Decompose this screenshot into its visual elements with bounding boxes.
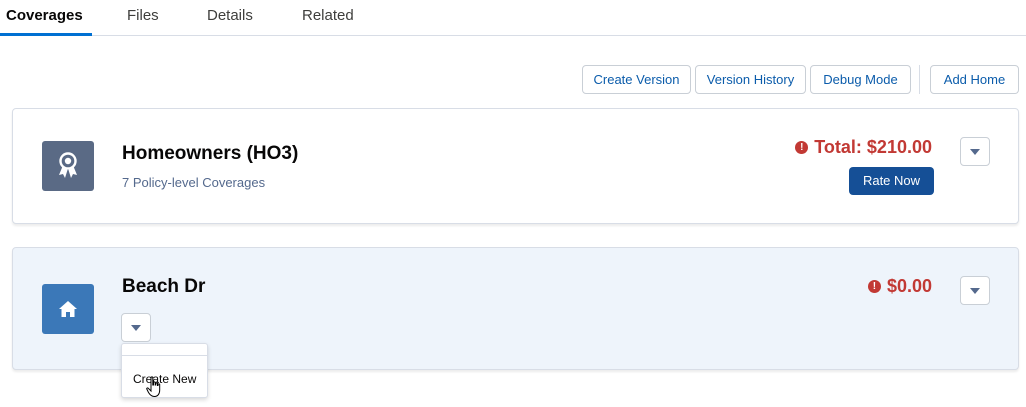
debug-mode-button[interactable]: Debug Mode [810,65,911,94]
policy-total: ! Total: $210.00 [795,137,932,158]
hand-cursor-icon [146,376,161,398]
home-icon [42,284,94,334]
tab-files[interactable]: Files [121,0,165,36]
warning-icon: ! [795,141,809,154]
policy-title: Homeowners (HO3) [122,143,299,164]
dropdown-menu: Create New [121,343,208,398]
rate-now-button[interactable]: Rate Now [849,167,934,195]
tab-related[interactable]: Related [296,0,360,36]
home-total-value: $0.00 [886,276,932,296]
policy-total-value: Total: $210.00 [814,137,932,157]
chevron-down-icon [131,324,141,331]
tab-details[interactable]: Details [201,0,259,36]
warning-icon: ! [867,280,881,293]
dropdown-divider [122,355,207,356]
policy-menu-button[interactable] [960,137,990,166]
tab-bar: Coverages Files Details Related [0,0,1026,36]
chevron-down-icon [970,148,980,155]
create-version-button[interactable]: Create Version [582,65,691,94]
home-add-menu-button[interactable] [121,313,151,342]
tab-coverages[interactable]: Coverages [0,0,92,36]
add-home-button[interactable]: Add Home [930,65,1019,94]
home-total: ! $0.00 [867,276,932,297]
toolbar-divider [919,65,920,94]
award-ribbon-icon [42,141,94,191]
version-history-button[interactable]: Version History [695,65,806,94]
create-new-menu-item[interactable]: Create New [133,372,196,386]
home-title: Beach Dr [122,276,206,297]
policy-subtitle: 7 Policy-level Coverages [122,175,266,190]
policy-card: Homeowners (HO3) 7 Policy-level Coverage… [12,108,1019,224]
home-menu-button[interactable] [960,276,990,305]
chevron-down-icon [970,287,980,294]
